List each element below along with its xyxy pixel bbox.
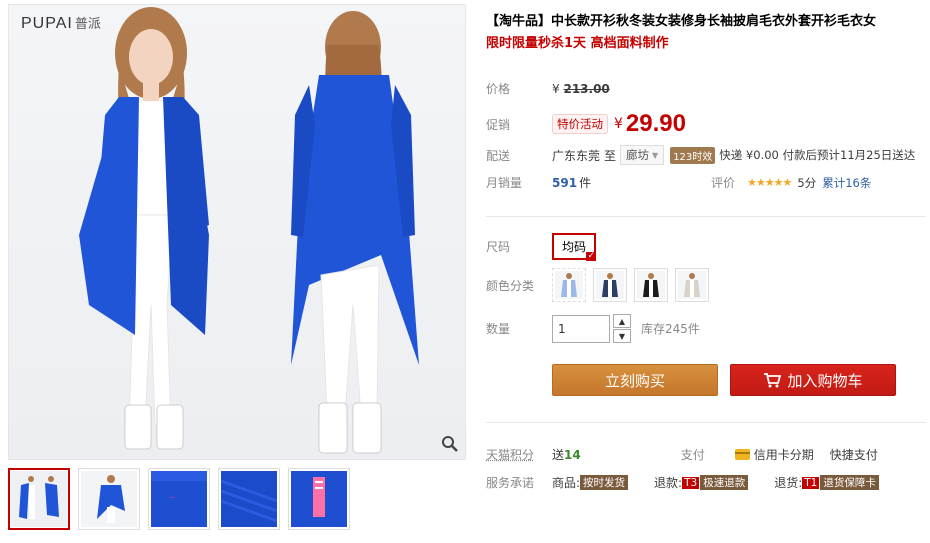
divider (486, 422, 926, 423)
return-guarantee-badge[interactable]: 退货保障卡 (820, 475, 879, 490)
destination-city-select[interactable]: 廊坊 ▼ (620, 145, 665, 165)
original-price-value: 213.00 (563, 81, 610, 96)
points-pay-row: 天猫积分 送 14 支付 信用卡分期 快捷支付 (486, 446, 878, 463)
main-product-image[interactable]: PUPAI 普派 (8, 4, 466, 460)
quantity-row: 数量 ▲ ▼ 库存245件 (486, 314, 700, 343)
points-prefix: 送 (552, 448, 565, 462)
current-price: 29.90 (625, 110, 686, 137)
rating-score: 5分 (797, 175, 817, 190)
thumbnail-4-image (220, 471, 278, 527)
add-to-cart-label: 加入购物车 (787, 371, 863, 390)
thumbnail-3[interactable]: ~~ (148, 468, 210, 530)
service-label: 服务承诺 (486, 476, 535, 490)
price-symbol: ¥ (614, 116, 623, 132)
svg-text:~~: ~~ (169, 495, 176, 500)
thumbnail-2-image (81, 471, 137, 527)
ship-from: 广东东莞 (552, 148, 601, 163)
thumbnail-strip: ~~ (8, 468, 350, 530)
ship-to-word: 至 (604, 148, 617, 163)
thumbnail-1-image (11, 471, 67, 527)
product-subtitle: 限时限量秒杀1天 高档面料制作 (486, 36, 669, 51)
quick-pay[interactable]: 快捷支付 (830, 446, 878, 463)
promo-label: 促销 (486, 117, 511, 132)
price-label: 价格 (486, 82, 511, 96)
thumbnail-1[interactable] (8, 468, 70, 530)
model-front-illustration (79, 7, 209, 450)
monthly-sales-unit: 件 (579, 176, 592, 190)
refund-code-badge: T3 (682, 476, 700, 489)
chevron-down-icon: ▼ (618, 331, 626, 341)
color-swatches (552, 268, 709, 302)
credit-card-installment[interactable]: 信用卡分期 (734, 446, 814, 463)
color-swatch-1[interactable] (552, 268, 586, 302)
goods-prefix: 商品: (552, 476, 581, 490)
decrement-button[interactable]: ▼ (613, 329, 631, 343)
quantity-input[interactable] (552, 314, 610, 343)
chevron-up-icon: ▲ (618, 316, 626, 326)
shipping-label: 配送 (486, 148, 511, 163)
sales-row: 月销量 591 件 评价 ★★★★★ 5分 累计16条 (486, 174, 871, 191)
fast-refund-badge[interactable]: 极速退款 (700, 475, 749, 490)
return-code-badge: T1 (802, 476, 820, 489)
shipping-row: 配送 广东东莞 至 廊坊 ▼ 123时效 快递 ¥0.00 付款后预计11月25… (486, 145, 915, 165)
swatch-2-image (596, 271, 624, 299)
thumbnail-5-image (291, 471, 347, 527)
credit-card-label: 信用卡分期 (753, 448, 814, 462)
zoom-icon[interactable] (441, 435, 459, 453)
stepper-buttons: ▲ ▼ (613, 314, 631, 343)
shipping-info: 快递 ¥0.00 付款后预计11月25日送达 (719, 148, 916, 162)
buy-now-button[interactable]: 立刻购买 (552, 364, 718, 396)
cart-icon (764, 373, 782, 388)
pay-label: 支付 (680, 448, 705, 462)
original-price-row: 价格 ¥ 213.00 (486, 80, 610, 97)
thumbnail-3-image: ~~ (151, 471, 207, 527)
color-swatch-3[interactable] (634, 268, 668, 302)
add-to-cart-button[interactable]: 加入购物车 (730, 364, 896, 396)
service-row: 服务承诺 商品: 按时发货 退款: T3 极速退款 退货: T1 退货保障卡 (486, 474, 879, 491)
thumbnail-5[interactable] (288, 468, 350, 530)
review-count-link[interactable]: 累计16条 (822, 175, 871, 191)
on-time-delivery-badge[interactable]: 按时发货 (580, 475, 629, 490)
swatch-3-image (637, 271, 665, 299)
credit-card-icon (734, 449, 750, 460)
divider (486, 216, 926, 217)
product-title: 【淘牛品】中长款开衫秋冬装女装修身长袖披肩毛衣外套开衫毛衣女 (486, 14, 877, 29)
original-price-symbol: ¥ (552, 81, 560, 96)
monthly-sales-label: 月销量 (486, 176, 523, 190)
size-row: 尺码 均码 (486, 233, 597, 261)
color-swatch-4[interactable] (675, 268, 709, 302)
thumbnail-4[interactable] (218, 468, 280, 530)
size-label: 尺码 (486, 240, 511, 254)
color-label: 颜色分类 (486, 278, 535, 293)
thumbnail-2[interactable] (78, 468, 140, 530)
delivery-time-badge: 123时效 (670, 146, 716, 164)
product-detail-panel: 【淘牛品】中长款开衫秋冬装女装修身长袖披肩毛衣外套开衫毛衣女 限时限量秒杀1天 … (486, 12, 926, 490)
rating-label: 评价 (711, 176, 736, 190)
original-price: ¥ 213.00 (552, 82, 610, 96)
model-back-illustration (291, 11, 419, 454)
rating-stars-icon: ★★★★★ (747, 176, 792, 189)
stock-count: 库存245件 (641, 322, 700, 336)
promo-price-row: 促销 特价活动 ¥ 29.90 (486, 110, 686, 138)
chevron-down-icon: ▼ (652, 150, 659, 160)
quantity-stepper: ▲ ▼ 库存245件 (552, 314, 700, 343)
refund-prefix: 退款: (654, 476, 683, 490)
quantity-label: 数量 (486, 322, 511, 336)
tmall-points-label[interactable]: 天猫积分 (486, 446, 552, 463)
return-prefix: 退货: (774, 476, 803, 490)
product-gallery: PUPAI 普派 (8, 4, 466, 460)
monthly-sales-count: 591 (552, 175, 578, 190)
color-row: 颜色分类 (486, 268, 709, 302)
swatch-1-image (555, 271, 583, 299)
increment-button[interactable]: ▲ (613, 314, 631, 328)
size-option-selected[interactable]: 均码 (552, 233, 597, 261)
points-value: 14 (564, 447, 581, 462)
destination-city: 廊坊 (626, 148, 650, 162)
promo-tag: 特价活动 (552, 114, 608, 134)
color-swatch-2[interactable] (593, 268, 627, 302)
swatch-4-image (678, 271, 706, 299)
